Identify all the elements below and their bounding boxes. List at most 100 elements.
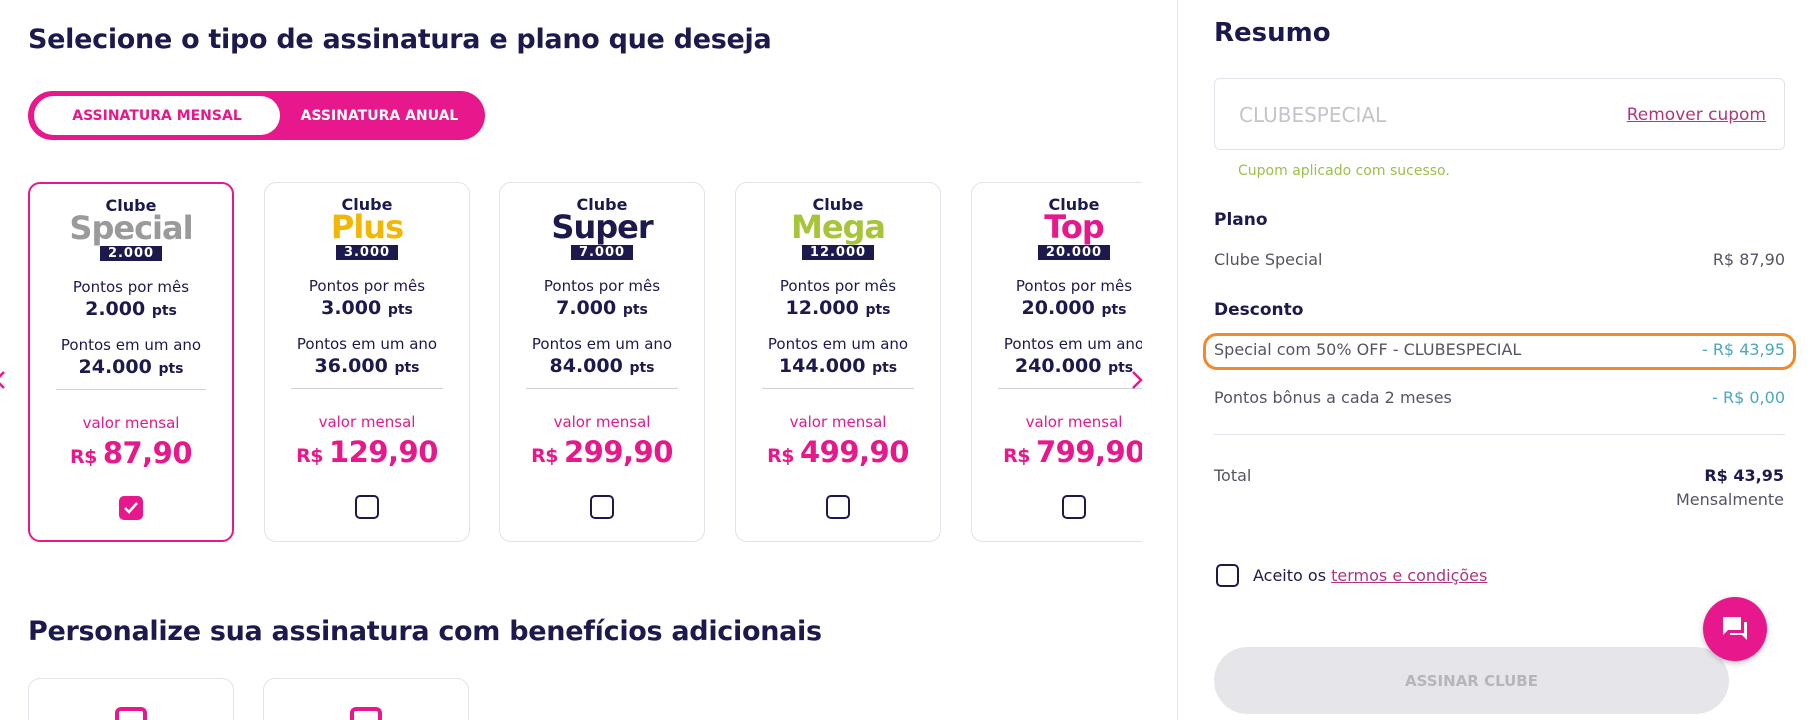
plan-summary-row: Clube Special R$ 87,90 xyxy=(1214,250,1785,269)
terms-link[interactable]: termos e condições xyxy=(1331,566,1487,585)
plan-card-plus[interactable]: Clube Plus 3.000 Pontos por mês 3.000 pt… xyxy=(264,182,470,542)
points-year-value: 36.000 pts xyxy=(314,355,420,377)
plan-summary-name: Clube Special xyxy=(1214,250,1323,269)
points-year-value: 84.000 pts xyxy=(549,355,655,377)
remove-coupon-link[interactable]: Remover cupom xyxy=(1627,105,1766,125)
plan-card-mega[interactable]: Clube Mega 12.000 Pontos por mês 12.000 … xyxy=(735,182,941,542)
plan-logo: Clube Top 20.000 xyxy=(972,197,1142,260)
checkmark-icon xyxy=(124,502,138,514)
plan-price: R$ 129,90 xyxy=(296,435,438,469)
chat-button[interactable] xyxy=(1703,597,1767,661)
divider xyxy=(291,388,443,389)
coupon-field[interactable]: CLUBESPECIAL Remover cupom xyxy=(1214,78,1785,150)
plan-logo: Clube Plus 3.000 xyxy=(265,197,469,260)
monthly-value-label: valor mensal xyxy=(789,413,887,431)
bag-icon xyxy=(115,707,147,720)
plan-logo: Clube Mega 12.000 xyxy=(736,197,940,260)
bag-icon xyxy=(350,707,382,720)
terms-checkbox[interactable] xyxy=(1216,564,1239,587)
points-month-label: Pontos por mês xyxy=(779,277,897,295)
addon-card[interactable] xyxy=(263,678,469,720)
points-year-label: Pontos em um ano xyxy=(531,335,673,353)
plan-logo: Clube Special 2.000 xyxy=(30,198,232,261)
bonus-value: - R$ 0,00 xyxy=(1712,388,1785,407)
points-month-label: Pontos por mês xyxy=(1015,277,1133,295)
tab-annual-subscription[interactable]: ASSINATURA ANUAL xyxy=(280,96,479,135)
subscription-type-toggle: ASSINATURA MENSAL ASSINATURA ANUAL xyxy=(28,91,485,140)
points-month-value: 2.000 pts xyxy=(85,298,177,320)
discount-row: Special com 50% OFF - CLUBESPECIAL - R$ … xyxy=(1214,340,1785,359)
points-year-value: 144.000 pts xyxy=(778,355,898,377)
addon-card[interactable] xyxy=(28,678,234,720)
terms-label: Aceito os termos e condições xyxy=(1253,566,1488,585)
plan-section-title: Plano xyxy=(1214,210,1268,230)
monthly-value-label: valor mensal xyxy=(553,413,651,431)
plan-checkbox[interactable] xyxy=(119,496,143,520)
plan-price: R$ 299,90 xyxy=(531,435,673,469)
points-year-label: Pontos em um ano xyxy=(767,335,909,353)
plan-name: Mega xyxy=(790,208,886,246)
divider xyxy=(998,388,1142,389)
monthly-value-label: valor mensal xyxy=(318,413,416,431)
plan-checkbox[interactable] xyxy=(355,495,379,519)
subscribe-button[interactable]: ASSINAR CLUBE xyxy=(1214,647,1729,714)
points-year-value: 240.000 pts xyxy=(1014,355,1134,377)
points-month-value: 20.000 pts xyxy=(1021,297,1127,319)
plan-name: Special xyxy=(69,209,193,247)
coupon-success-message: Cupom aplicado com sucesso. xyxy=(1238,163,1450,179)
coupon-code: CLUBESPECIAL xyxy=(1239,103,1387,127)
total-label: Total xyxy=(1214,466,1252,485)
bonus-row: Pontos bônus a cada 2 meses - R$ 0,00 xyxy=(1214,388,1785,407)
summary-title: Resumo xyxy=(1214,18,1331,48)
plan-card-top[interactable]: Clube Top 20.000 Pontos por mês 20.000 p… xyxy=(971,182,1142,542)
points-year-label: Pontos em um ano xyxy=(60,336,202,354)
points-month-label: Pontos por mês xyxy=(72,278,190,296)
plan-name: Super xyxy=(551,208,653,246)
points-month-label: Pontos por mês xyxy=(543,277,661,295)
plan-checkbox[interactable] xyxy=(1062,495,1086,519)
page-title: Selecione o tipo de assinatura e plano q… xyxy=(28,24,772,55)
chat-icon xyxy=(1723,617,1747,640)
monthly-value-label: valor mensal xyxy=(1025,413,1123,431)
plan-price: R$ 799,90 xyxy=(1003,435,1142,469)
plan-selection-panel: Selecione o tipo de assinatura e plano q… xyxy=(0,0,1177,720)
plan-name: Plus xyxy=(330,208,404,246)
plan-price: R$ 499,90 xyxy=(767,435,909,469)
plan-card-super[interactable]: Clube Super 7.000 Pontos por mês 7.000 p… xyxy=(499,182,705,542)
plan-carousel: Clube Special 2.000 Pontos por mês 2.000… xyxy=(28,182,1142,542)
divider xyxy=(1214,434,1785,435)
discount-value: - R$ 43,95 xyxy=(1701,340,1785,359)
points-month-value: 3.000 pts xyxy=(321,297,413,319)
plan-logo: Clube Super 7.000 xyxy=(500,197,704,260)
plan-checkbox[interactable] xyxy=(590,495,614,519)
plan-badge: 12.000 xyxy=(801,245,875,260)
discount-section-title: Desconto xyxy=(1214,300,1304,320)
plan-card-special[interactable]: Clube Special 2.000 Pontos por mês 2.000… xyxy=(28,182,234,542)
plan-badge: 3.000 xyxy=(335,245,399,260)
bonus-name: Pontos bônus a cada 2 meses xyxy=(1214,388,1452,407)
points-month-value: 12.000 pts xyxy=(785,297,891,319)
plan-checkbox[interactable] xyxy=(826,495,850,519)
divider xyxy=(56,389,206,390)
plan-badge: 7.000 xyxy=(570,245,634,260)
points-year-label: Pontos em um ano xyxy=(296,335,438,353)
plan-badge: 20.000 xyxy=(1037,245,1111,260)
plan-price: R$ 87,90 xyxy=(69,436,193,470)
chevron-right-icon[interactable] xyxy=(1125,368,1149,392)
total-row: Total xyxy=(1214,466,1785,485)
chevron-left-icon[interactable] xyxy=(0,368,8,392)
total-value: R$ 43,95 xyxy=(1704,466,1784,485)
addons-title: Personalize sua assinatura com benefício… xyxy=(28,616,822,647)
tab-monthly-subscription[interactable]: ASSINATURA MENSAL xyxy=(34,96,280,135)
points-year-label: Pontos em um ano xyxy=(1003,335,1142,353)
points-month-value: 7.000 pts xyxy=(556,297,648,319)
divider xyxy=(526,388,678,389)
points-month-label: Pontos por mês xyxy=(308,277,426,295)
plan-name: Top xyxy=(1044,208,1104,246)
discount-name: Special com 50% OFF - CLUBESPECIAL xyxy=(1214,340,1522,359)
divider xyxy=(762,388,914,389)
plan-summary-price: R$ 87,90 xyxy=(1712,250,1785,269)
points-year-value: 24.000 pts xyxy=(78,356,184,378)
plan-badge: 2.000 xyxy=(99,246,163,261)
total-period: Mensalmente xyxy=(1675,490,1784,509)
